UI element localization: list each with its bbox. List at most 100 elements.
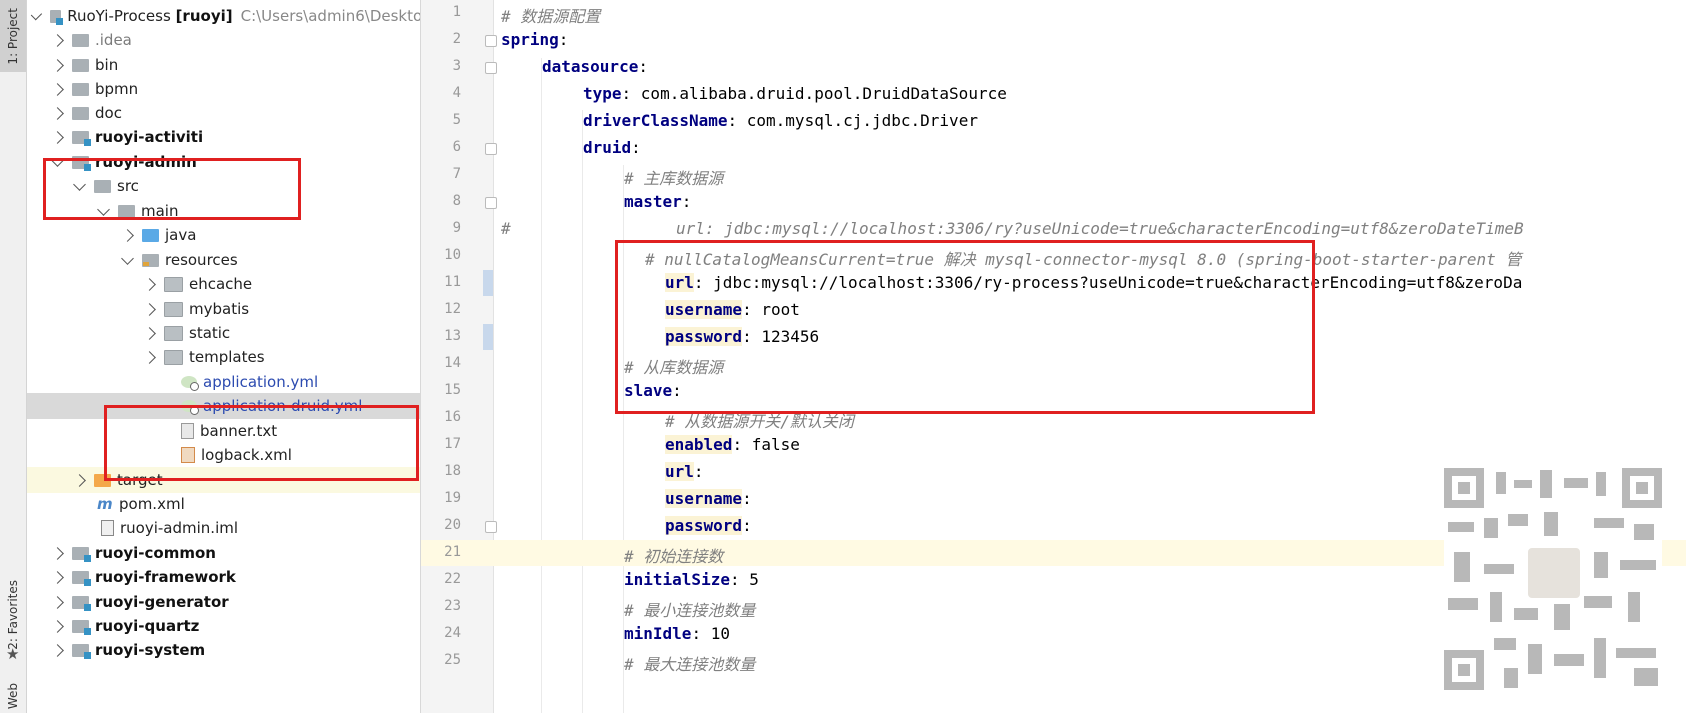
project-tool-tab[interactable]: 1: Project xyxy=(0,0,26,72)
tree-item-label: ruoyi-admin.iml xyxy=(120,519,239,537)
fold-icon[interactable] xyxy=(485,35,497,47)
tree-item-doc[interactable]: doc xyxy=(27,100,450,126)
tree-item-ruoyi-admin-iml[interactable]: ruoyi-admin.iml xyxy=(27,515,450,541)
favorites-tab-label: 2: Favorites xyxy=(6,580,20,650)
chevron-right-icon[interactable] xyxy=(51,619,64,633)
folder-icon xyxy=(72,58,89,72)
fold-icon[interactable] xyxy=(485,197,497,209)
comment-text: # 最大连接池数量 xyxy=(624,655,756,674)
chevron-right-icon[interactable] xyxy=(143,277,156,291)
chevron-right-icon[interactable] xyxy=(51,643,64,657)
yaml-key: type xyxy=(583,84,622,103)
line-number: 20 xyxy=(444,517,461,533)
yaml-value: : xyxy=(631,138,641,157)
line-number: 21 xyxy=(444,544,461,560)
line-number: 8 xyxy=(452,193,461,209)
comment-hash: # xyxy=(501,219,511,238)
fold-icon[interactable] xyxy=(485,521,497,533)
highlight-box-ruoyi-admin xyxy=(43,158,301,220)
chevron-right-icon[interactable] xyxy=(143,302,156,316)
chevron-right-icon[interactable] xyxy=(51,570,64,584)
line-number: 16 xyxy=(444,409,461,425)
module-folder-icon xyxy=(72,546,91,562)
chevron-right-icon[interactable] xyxy=(51,58,64,72)
chevron-down-icon[interactable] xyxy=(30,8,42,20)
root-name: RuoYi-Process xyxy=(67,7,171,25)
code-line: 1 # 数据源配置 xyxy=(421,0,1686,26)
project-tree: RuoYi-Process [ruoyi] C:\Users\admin6\De… xyxy=(27,0,450,713)
code-line: 9 # url: jdbc:mysql://localhost:3306/ry?… xyxy=(421,216,1686,242)
fold-icon[interactable] xyxy=(485,143,497,155)
tree-item-ruoyi-framework[interactable]: ruoyi-framework xyxy=(27,564,450,590)
chevron-right-icon[interactable] xyxy=(51,82,64,96)
chevron-right-icon[interactable] xyxy=(51,130,64,144)
chevron-right-icon[interactable] xyxy=(51,546,64,560)
tree-item-pom-xml[interactable]: m pom.xml xyxy=(27,491,450,517)
highlight-box-master-config xyxy=(615,240,1315,414)
code-line: 5 driverClassName: com.mysql.cj.jdbc.Dri… xyxy=(421,108,1686,134)
root-module: [ruoyi] xyxy=(175,7,233,25)
tree-item-label: ruoyi-framework xyxy=(95,568,236,586)
yaml-value: : com.mysql.cj.jdbc.Driver xyxy=(727,111,978,130)
fold-icon[interactable] xyxy=(485,62,497,74)
chevron-right-icon[interactable] xyxy=(51,595,64,609)
tree-item-ruoyi-system[interactable]: ruoyi-system xyxy=(27,637,450,663)
line-number: 10 xyxy=(444,247,461,263)
tool-window-strip: 1: Project 2: Favorites ★ Web xyxy=(0,0,27,713)
web-tool-tab[interactable]: Web xyxy=(0,680,26,713)
yaml-value: : false xyxy=(732,435,800,454)
tree-item-label: templates xyxy=(189,348,265,366)
tree-item-ruoyi-common[interactable]: ruoyi-common xyxy=(27,540,450,566)
code-line: 17 enabled: false xyxy=(421,432,1686,458)
package-folder-icon xyxy=(164,301,183,317)
yaml-key: druid xyxy=(583,138,632,157)
folder-icon xyxy=(72,82,89,96)
tree-item-label: bpmn xyxy=(95,80,139,98)
line-number: 18 xyxy=(444,463,461,479)
comment-text: # 数据源配置 xyxy=(501,7,601,26)
folder-icon xyxy=(72,106,89,120)
code-line: 6 druid: xyxy=(421,135,1686,161)
tree-item-ruoyi-activiti[interactable]: ruoyi-activiti xyxy=(27,124,450,150)
yaml-key: url xyxy=(665,462,694,481)
line-number: 24 xyxy=(444,625,461,641)
tree-item-bin[interactable]: bin xyxy=(27,52,450,78)
yaml-file-icon xyxy=(181,376,199,391)
tree-item-static[interactable]: static xyxy=(27,320,450,346)
chevron-down-icon[interactable] xyxy=(121,251,134,265)
line-number: 3 xyxy=(452,58,461,74)
qr-code-image xyxy=(1444,468,1662,690)
yaml-value: : xyxy=(681,192,692,211)
module-folder-icon xyxy=(72,130,91,146)
line-number: 7 xyxy=(452,166,461,182)
tree-item-resources[interactable]: resources xyxy=(27,247,450,273)
line-number: 6 xyxy=(452,139,461,155)
line-number: 4 xyxy=(452,85,461,101)
yaml-value: : 5 xyxy=(729,570,759,589)
tree-item-ruoyi-quartz[interactable]: ruoyi-quartz xyxy=(27,613,450,639)
tree-item-label: ruoyi-generator xyxy=(95,593,229,611)
tree-item-mybatis[interactable]: mybatis xyxy=(27,296,450,322)
chevron-right-icon[interactable] xyxy=(121,228,134,242)
tree-item-label: mybatis xyxy=(189,300,250,318)
tree-root[interactable]: RuoYi-Process [ruoyi] C:\Users\admin6\De… xyxy=(27,3,450,29)
module-folder-icon xyxy=(72,570,91,586)
tree-item-templates[interactable]: templates xyxy=(27,344,450,370)
chevron-right-icon[interactable] xyxy=(143,350,156,364)
line-number: 14 xyxy=(444,355,461,371)
chevron-right-icon[interactable] xyxy=(73,473,86,487)
tree-item-idea[interactable]: .idea xyxy=(27,27,450,53)
tree-item-java[interactable]: java xyxy=(27,222,450,248)
comment-text: # 主库数据源 xyxy=(624,169,724,188)
yaml-value: : xyxy=(638,57,648,76)
tree-item-application-yml[interactable]: application.yml xyxy=(27,369,450,395)
tree-item-bpmn[interactable]: bpmn xyxy=(27,76,450,102)
chevron-right-icon[interactable] xyxy=(51,106,64,120)
line-number: 15 xyxy=(444,382,461,398)
yaml-key: username xyxy=(665,489,743,508)
tree-item-ruoyi-generator[interactable]: ruoyi-generator xyxy=(27,589,450,615)
chevron-right-icon[interactable] xyxy=(51,33,64,47)
chevron-right-icon[interactable] xyxy=(143,326,156,340)
tree-item-label: .idea xyxy=(95,31,132,49)
tree-item-ehcache[interactable]: ehcache xyxy=(27,271,450,297)
